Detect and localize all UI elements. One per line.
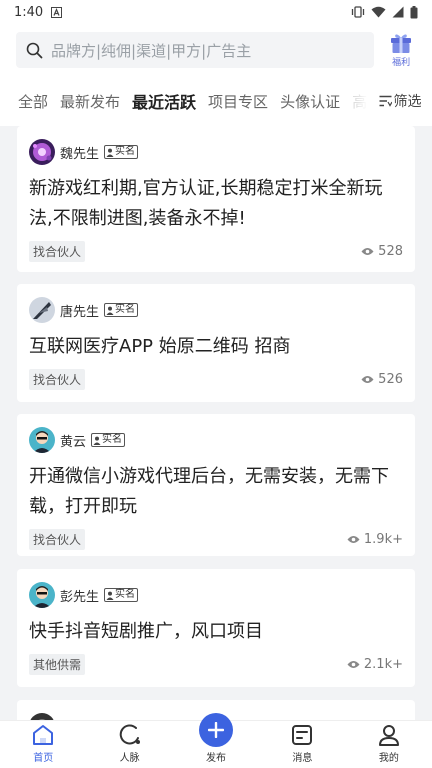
person-icon xyxy=(106,148,114,157)
verified-label: 实名 xyxy=(102,434,123,445)
post-tag: 找合伙人 xyxy=(29,240,86,262)
verified-label: 实名 xyxy=(115,304,136,315)
nav-home[interactable]: 首页 xyxy=(0,721,86,768)
nav-contacts-label: 人脉 xyxy=(119,753,140,764)
tab-projects[interactable]: 项目专区 xyxy=(208,91,268,112)
battery-icon xyxy=(410,5,418,18)
view-count: 528 xyxy=(361,244,403,259)
post-card[interactable]: 黄云 实名 开通微信小游戏代理后台，无需安装，无需下载，打开即玩 找合伙人 1.… xyxy=(17,414,415,556)
status-time: 1:40 xyxy=(14,4,44,20)
nav-messages[interactable]: 消息 xyxy=(259,721,345,768)
bottom-nav: 首页 人脉 发布 消息 我的 xyxy=(0,713,432,768)
search-icon xyxy=(26,42,43,58)
person-icon xyxy=(106,591,114,600)
message-icon xyxy=(292,725,313,745)
verified-badge: 实名 xyxy=(104,588,139,602)
user-name: 黄云 xyxy=(60,434,87,450)
search-placeholder: 品牌方|纯佣|渠道|甲方|广告主 xyxy=(51,41,252,60)
avatar[interactable] xyxy=(29,139,55,165)
post-title: 开通微信小游戏代理后台，无需安装，无需下载，打开即玩 xyxy=(29,466,389,517)
verified-badge: 实名 xyxy=(91,433,126,447)
user-name: 唐先生 xyxy=(60,304,100,320)
search-input[interactable]: 品牌方|纯佣|渠道|甲方|广告主 xyxy=(16,32,375,68)
gift-icon xyxy=(391,34,412,53)
view-count-value: 528 xyxy=(378,243,403,259)
verified-label: 实名 xyxy=(115,589,136,600)
filter-label: 筛选 xyxy=(393,94,422,110)
publish-button[interactable] xyxy=(199,713,234,747)
user-icon xyxy=(378,725,399,746)
view-count: 2.1k+ xyxy=(347,657,403,672)
tab-overflow[interactable]: 高 xyxy=(352,91,367,112)
post-card[interactable]: 唐先生 实名 互联网医疗APP 始原二维码 招商 找合伙人 526 xyxy=(17,284,415,402)
eye-icon xyxy=(361,375,374,383)
nav-contacts[interactable]: 人脉 xyxy=(86,721,172,768)
welfare-button[interactable]: 福利 xyxy=(386,32,416,68)
filter-icon xyxy=(379,95,392,107)
eye-icon xyxy=(347,660,360,668)
status-bar: 1:40 xyxy=(0,0,432,24)
avatar[interactable] xyxy=(29,427,55,453)
view-count: 1.9k+ xyxy=(347,532,403,547)
view-count-value: 1.9k+ xyxy=(363,531,403,547)
post-tag: 找合伙人 xyxy=(29,528,86,550)
avatar[interactable] xyxy=(29,713,55,720)
post-card[interactable]: 魏先生 实名 新游戏红利期,官方认证,长期稳定打米全新玩法,不限制进图,装备永不… xyxy=(17,126,415,272)
view-count-value: 2.1k+ xyxy=(363,656,403,672)
person-icon xyxy=(106,306,114,315)
plus-icon xyxy=(208,722,225,738)
wifi-icon xyxy=(371,6,386,18)
avatar[interactable] xyxy=(29,297,55,323)
nav-profile[interactable]: 我的 xyxy=(346,721,432,768)
post-title: 快手抖音短剧推广，风口项目 xyxy=(29,621,263,642)
post-tag: 找合伙人 xyxy=(29,368,86,390)
tab-recently-active[interactable]: 最近活跃 xyxy=(132,89,196,113)
cellular-signal-icon xyxy=(392,6,404,18)
verified-badge: 实名 xyxy=(104,303,139,317)
person-icon xyxy=(93,436,101,445)
nav-home-label: 首页 xyxy=(33,753,54,764)
eye-icon xyxy=(361,247,374,255)
home-icon xyxy=(33,725,54,745)
notification-a-icon xyxy=(51,6,63,18)
category-tabs: 全部 最新发布 最近活跃 项目专区 头像认证 高 筛选 xyxy=(0,76,432,126)
tab-avatar-verified[interactable]: 头像认证 xyxy=(280,91,340,112)
nav-publish-label: 发布 xyxy=(206,753,227,764)
filter-button[interactable]: 筛选 xyxy=(368,76,432,126)
nav-publish[interactable]: 发布 xyxy=(173,713,259,768)
view-count: 526 xyxy=(361,372,403,387)
post-title: 新游戏红利期,官方认证,长期稳定打米全新玩法,不限制进图,装备永不掉! xyxy=(29,178,383,229)
tab-latest[interactable]: 最新发布 xyxy=(60,91,120,112)
contacts-icon xyxy=(119,724,140,745)
vibrate-icon xyxy=(351,6,365,18)
nav-messages-label: 消息 xyxy=(292,753,313,764)
avatar[interactable] xyxy=(29,582,55,608)
eye-icon xyxy=(347,535,360,543)
user-name: 彭先生 xyxy=(60,589,100,605)
verified-label: 实名 xyxy=(115,146,136,157)
post-feed: 魏先生 实名 新游戏红利期,官方认证,长期稳定打米全新玩法,不限制进图,装备永不… xyxy=(0,126,432,720)
user-name: 魏先生 xyxy=(60,146,100,162)
header: 品牌方|纯佣|渠道|甲方|广告主 福利 xyxy=(0,24,432,76)
view-count-value: 526 xyxy=(378,371,403,387)
tab-all[interactable]: 全部 xyxy=(18,91,48,112)
welfare-label: 福利 xyxy=(392,58,411,68)
post-title: 互联网医疗APP 始原二维码 招商 xyxy=(29,336,291,357)
verified-badge: 实名 xyxy=(104,145,139,159)
post-tag: 其他供需 xyxy=(29,653,86,675)
nav-profile-label: 我的 xyxy=(378,753,399,764)
post-card[interactable]: 彭先生 实名 快手抖音短剧推广，风口项目 其他供需 2.1k+ xyxy=(17,569,415,687)
